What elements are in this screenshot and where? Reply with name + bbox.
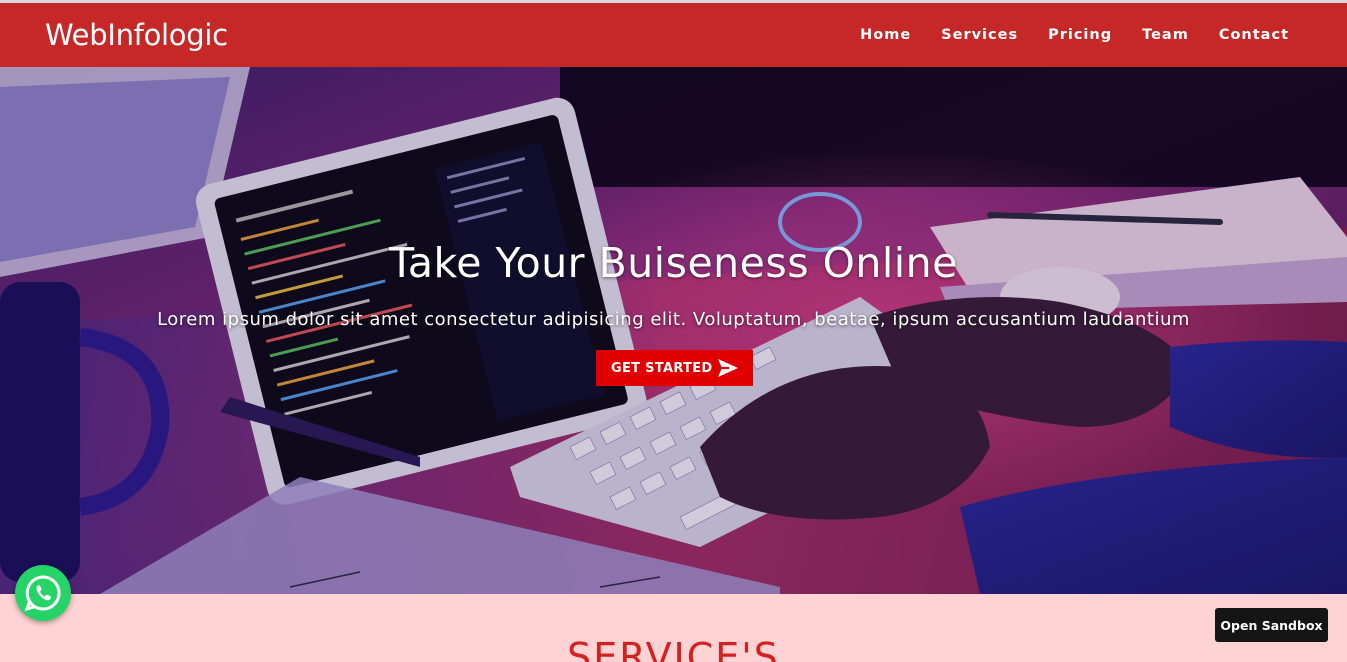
page: WebInfologic Home Services Pricing Team … [0,0,1347,662]
send-arrow-icon [718,359,738,377]
brand-logo[interactable]: WebInfologic [45,18,228,52]
open-sandbox-button[interactable]: Open Sandbox [1215,608,1328,642]
hero-title: Take Your Buiseness Online [389,239,958,287]
navbar: WebInfologic Home Services Pricing Team … [0,3,1347,67]
nav-link-team[interactable]: Team [1142,27,1189,43]
get-started-button[interactable]: GET STARTED [596,350,753,386]
nav-link-contact[interactable]: Contact [1219,27,1289,43]
nav-link-services[interactable]: Services [941,27,1018,43]
whatsapp-button[interactable] [15,565,71,621]
whatsapp-icon [24,575,61,612]
nav-links: Home Services Pricing Team Contact [830,27,1289,43]
hero-section: Take Your Buiseness Online Lorem ipsum d… [0,67,1347,594]
hero-subtitle: Lorem ipsum dolor sit amet consectetur a… [157,309,1190,330]
services-title: SERVICE'S [567,635,780,662]
services-section: SERVICE'S [0,594,1347,662]
hero-content: Take Your Buiseness Online Lorem ipsum d… [0,67,1347,594]
nav-link-pricing[interactable]: Pricing [1048,27,1112,43]
get-started-label: GET STARTED [611,360,713,376]
nav-link-home[interactable]: Home [860,27,911,43]
